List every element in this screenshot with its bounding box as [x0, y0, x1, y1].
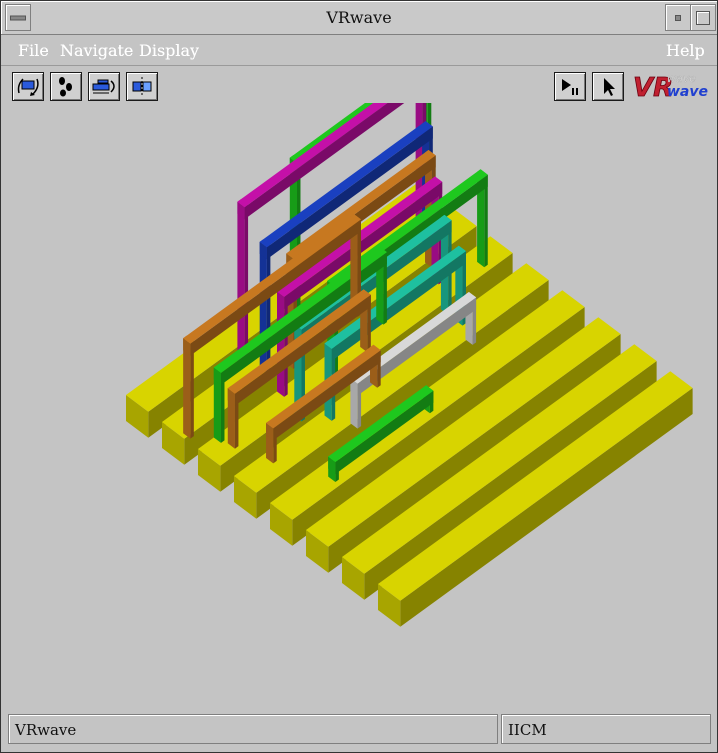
status-source: IICM: [501, 714, 711, 744]
maximize-button[interactable]: [690, 4, 716, 31]
menu-help[interactable]: Help: [666, 41, 705, 60]
frame-magenta-tall-leg-front-front: [237, 201, 245, 368]
frame-orange-tall-leg-front-side: [190, 341, 194, 439]
status-message: VRwave: [8, 714, 498, 744]
vrwave-window: VRwave File Navigate Display Help VR wav…: [0, 0, 718, 753]
walk-mode-button[interactable]: [50, 72, 82, 101]
pointer-icon: [604, 78, 615, 96]
maximize-icon: [696, 10, 710, 25]
fly-icon: [92, 79, 115, 94]
status-source-text: IICM: [508, 721, 547, 739]
status-message-text: VRwave: [15, 721, 77, 739]
vrwave-logo: VR wave wave: [631, 70, 709, 104]
minimize-button[interactable]: [665, 4, 691, 31]
fly-mode-button[interactable]: [88, 72, 120, 101]
minimize-icon: [675, 14, 681, 21]
walk-icon: [59, 77, 72, 97]
window-title: VRwave: [326, 8, 392, 27]
svg-text:wave: wave: [667, 84, 708, 100]
frame-magenta-tall-leg-front-side: [244, 204, 249, 368]
flip-icon: [17, 78, 39, 96]
toolbar: VR wave wave: [1, 67, 717, 103]
play-pause-button[interactable]: [554, 72, 586, 101]
frame-blue-leg-front-side: [266, 244, 271, 373]
menu-navigate[interactable]: Navigate: [60, 41, 133, 60]
menu-bar: File Navigate Display Help: [1, 35, 717, 66]
title-bar[interactable]: VRwave: [1, 1, 717, 35]
heads-up-mode-button[interactable]: [126, 72, 158, 101]
3d-viewport[interactable]: [8, 59, 711, 707]
vrwave-logo-image: VR wave wave: [633, 72, 708, 104]
flip-mode-button[interactable]: [12, 72, 44, 101]
status-bar: VRwave IICM: [1, 711, 717, 752]
play-pause-icon: [562, 79, 578, 95]
pointer-button[interactable]: [592, 72, 624, 101]
3d-scene[interactable]: [8, 59, 711, 707]
heads-up-icon: [132, 77, 152, 96]
menu-file[interactable]: File: [18, 41, 49, 60]
menu-display[interactable]: Display: [139, 41, 199, 60]
